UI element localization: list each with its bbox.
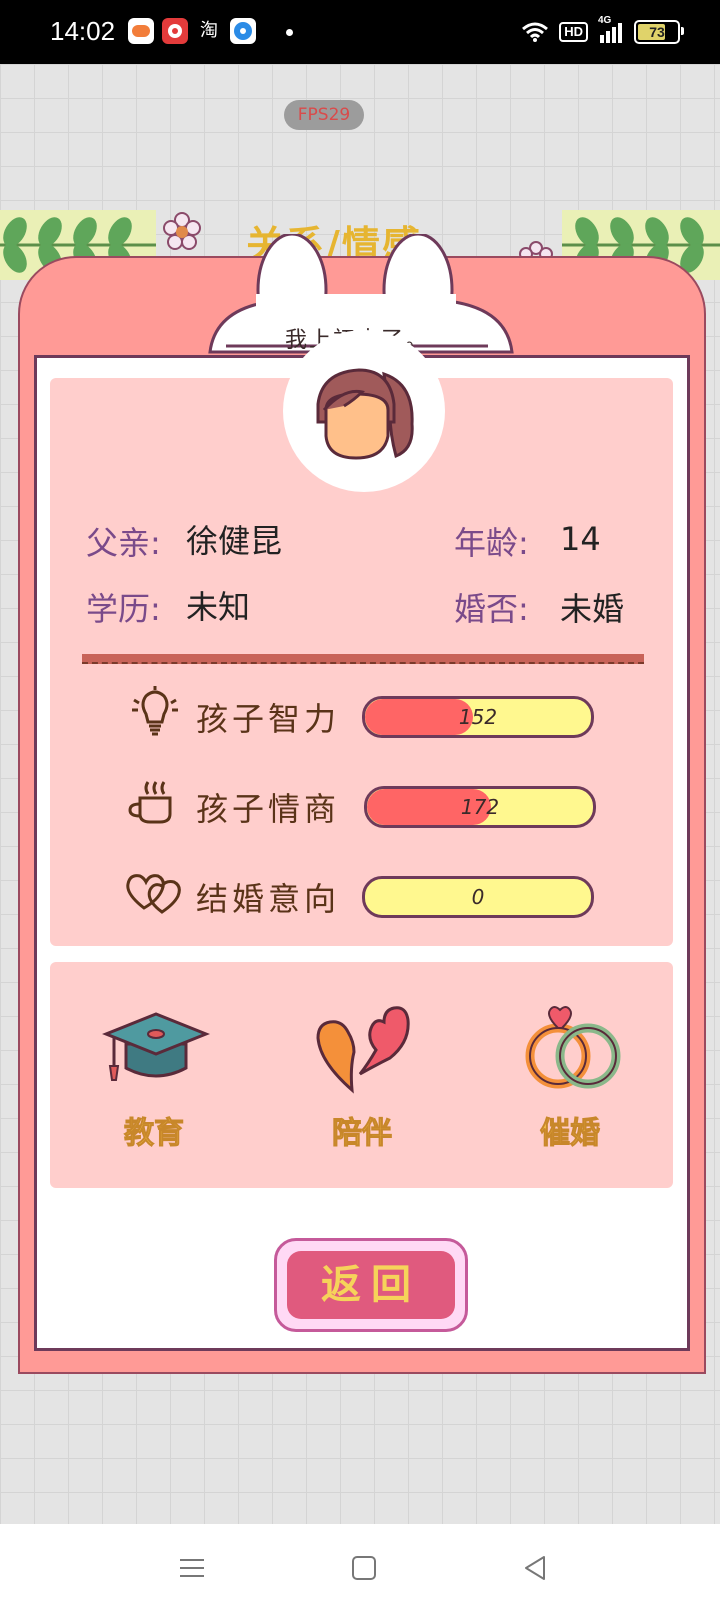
father-value: 徐健昆 — [186, 522, 283, 560]
broken-heart-icon — [316, 1006, 410, 1094]
companion-action[interactable]: 陪伴 — [292, 1002, 432, 1152]
stat-label-marriage: 结婚意向 — [196, 880, 341, 918]
education-action[interactable]: 教育 — [84, 1002, 224, 1152]
age-label: 年龄: — [454, 524, 529, 562]
menu-icon[interactable] — [178, 1554, 206, 1582]
return-button-label: 返回 — [287, 1251, 455, 1319]
stat-bar-marriage: 0 — [362, 876, 594, 918]
flower-icon — [163, 212, 201, 250]
notification-dot — [286, 29, 293, 36]
father-label: 父亲: — [86, 524, 161, 562]
avatar — [316, 368, 414, 460]
lightbulb-icon — [132, 686, 178, 736]
home-icon[interactable] — [350, 1554, 378, 1582]
wifi-icon — [522, 22, 549, 42]
stat-bar-eq: 172 — [364, 786, 596, 828]
taobao-icon: 淘 — [200, 20, 218, 41]
battery-level: 73 — [649, 24, 665, 40]
navigation-bar — [0, 1524, 720, 1612]
red-app-icon — [162, 18, 188, 44]
status-bar: 14:02 淘 HD 4G 73 — [0, 0, 720, 64]
stat-value: 0 — [471, 885, 485, 909]
marital-value: 未婚 — [560, 590, 625, 628]
marriage-urge-label: 催婚 — [540, 1116, 601, 1152]
status-time: 14:02 — [50, 16, 116, 46]
stat-bar-intelligence: 152 — [362, 696, 594, 738]
game-app-icon — [128, 18, 154, 44]
fps-counter: FPS29 — [284, 100, 364, 130]
divider — [82, 654, 644, 664]
battery-icon: 73 — [634, 20, 684, 44]
hd-badge: HD — [559, 22, 588, 42]
education-value: 未知 — [186, 588, 251, 626]
coffee-cup-icon — [128, 781, 172, 824]
status-right: HD 4G 73 — [521, 15, 684, 46]
rings-icon — [525, 1006, 621, 1089]
signal-icon: 4G — [598, 15, 624, 45]
blue-app-icon — [230, 18, 256, 44]
stat-label-intelligence: 孩子智力 — [196, 700, 341, 738]
age-value: 14 — [560, 520, 601, 558]
education-label: 教育 — [124, 1116, 185, 1152]
education-label: 学历: — [86, 590, 161, 628]
back-icon[interactable] — [522, 1554, 550, 1582]
return-button[interactable]: 返回 — [274, 1238, 468, 1332]
graduation-cap-icon — [102, 1012, 210, 1081]
marriage-urge-action[interactable]: 催婚 — [500, 1002, 640, 1152]
stat-label-eq: 孩子情商 — [196, 790, 341, 828]
hearts-icon — [126, 874, 181, 914]
stat-value: 152 — [458, 705, 498, 729]
marital-label: 婚否: — [454, 590, 529, 628]
stat-value: 172 — [460, 795, 500, 819]
companion-label: 陪伴 — [332, 1116, 393, 1152]
